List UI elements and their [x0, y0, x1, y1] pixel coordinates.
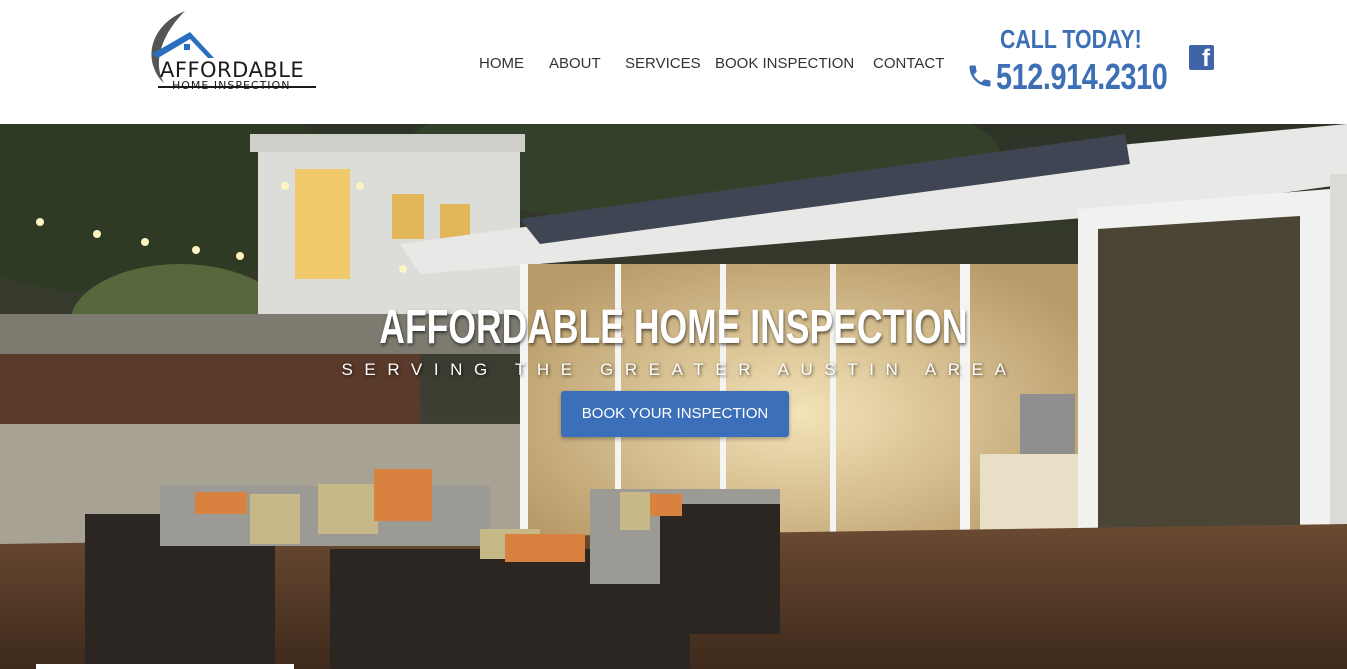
hero-title: AFFORDABLE HOME INSPECTION: [379, 301, 968, 354]
call-today-label: CALL TODAY!: [1000, 24, 1142, 54]
hero-subtitle: SERVING THE GREATER AUSTIN AREA: [341, 360, 1018, 379]
nav-about[interactable]: ABOUT: [549, 55, 601, 72]
nav-home[interactable]: HOME: [479, 55, 524, 72]
nav-services[interactable]: SERVICES: [625, 55, 701, 72]
site-logo[interactable]: AFFORDABLE HOME INSPECTION: [140, 8, 330, 100]
book-inspection-button[interactable]: BOOK YOUR INSPECTION: [561, 391, 789, 437]
phone-icon: [969, 65, 991, 87]
nav-contact[interactable]: CONTACT: [873, 55, 944, 72]
phone-number: 512.914.2310: [996, 56, 1168, 97]
hero-banner: AFFORDABLE HOME INSPECTION SERVING THE G…: [0, 124, 1347, 669]
site-header: AFFORDABLE HOME INSPECTION HOME ABOUT SE…: [0, 0, 1347, 124]
facebook-icon[interactable]: f: [1189, 45, 1214, 72]
logo-text-secondary: HOME INSPECTION: [172, 79, 291, 92]
bottom-strip: [36, 664, 294, 669]
nav-book-inspection[interactable]: BOOK INSPECTION: [715, 55, 854, 72]
